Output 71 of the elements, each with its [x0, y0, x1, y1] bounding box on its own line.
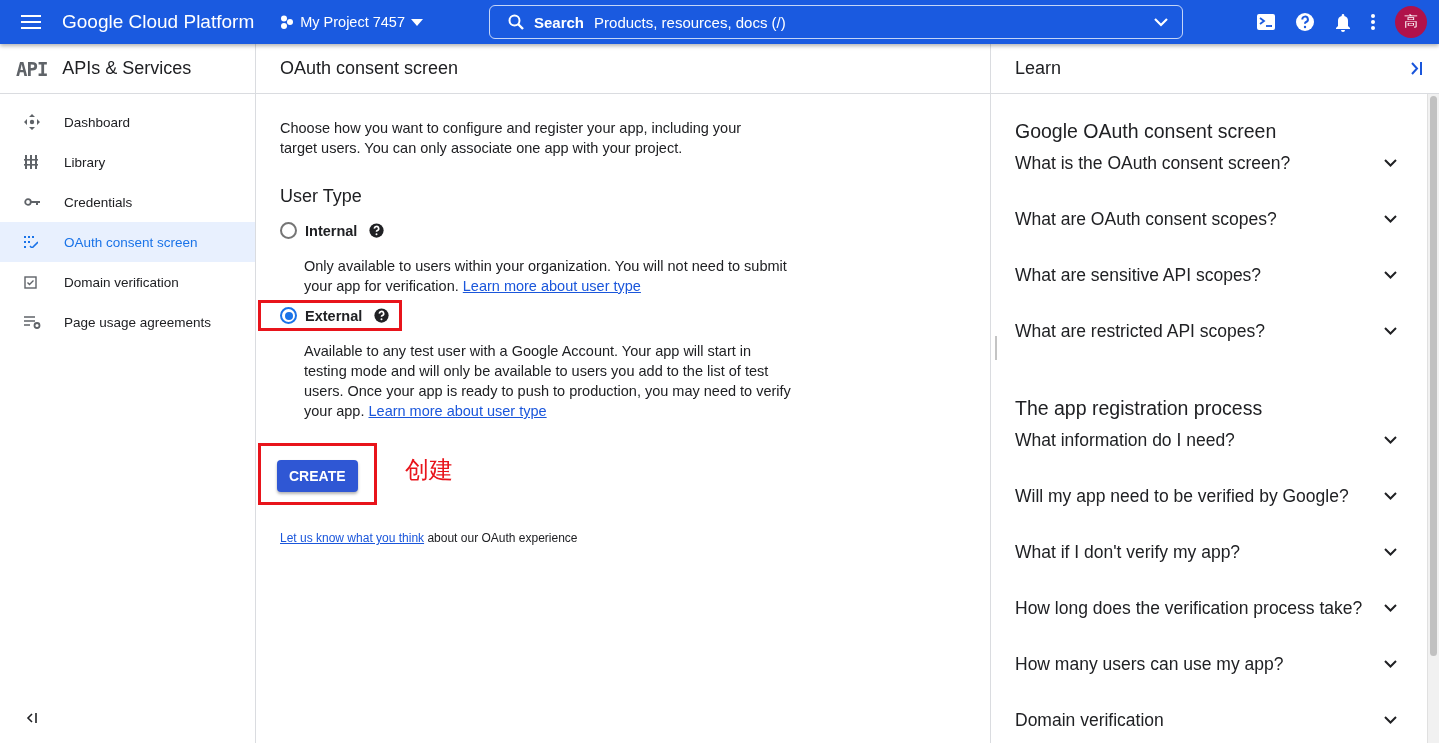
chevron-down-icon [1384, 159, 1397, 167]
sidebar-item[interactable]: Page usage agreements [0, 302, 255, 342]
radio-option[interactable]: Internal [280, 222, 358, 239]
create-button[interactable]: CREATE [277, 460, 358, 492]
user-avatar[interactable]: 高 [1395, 6, 1427, 38]
bell-icon[interactable] [1335, 12, 1351, 32]
project-selector[interactable]: My Project 7457 [276, 10, 427, 34]
dashboard-icon [24, 114, 40, 130]
project-icon [280, 15, 295, 29]
chevron-down-icon [1384, 436, 1397, 444]
collapse-panel-icon[interactable] [1410, 62, 1423, 75]
section-heading: User Type [280, 186, 363, 207]
option-description: Only available to users within your organization. You will not need to submit your app for verification. Learn more about user type [304, 257, 788, 296]
resize-handle[interactable] [995, 336, 997, 360]
learn-section-heading: The app registration process [1015, 397, 1264, 420]
learn-more-link[interactable]: Learn more about user type [368, 403, 547, 419]
help-icon[interactable] [374, 308, 390, 323]
page-title: OAuth consent screen [256, 44, 990, 94]
checklist-icon [24, 236, 38, 248]
sidebar-title: APIs & Services [62, 58, 192, 79]
key-icon [24, 198, 40, 206]
search-label: Search [534, 13, 585, 31]
search-field[interactable]: Search Products, resources, docs (/) [489, 5, 1183, 39]
accordion-item[interactable]: How long does the verification process take? [1015, 580, 1427, 636]
chevron-down-icon [1384, 604, 1397, 612]
panel-title: Learn [1015, 58, 1062, 79]
accordion-item[interactable]: Will my app need to be verified by Google? [1015, 468, 1427, 524]
sidebar-item[interactable]: Credentials [0, 182, 255, 222]
chevron-down-icon [1384, 271, 1397, 279]
list-settings-icon [24, 315, 41, 329]
annotation-text: 创建 [404, 455, 453, 486]
feedback-text: Let us know what you think about our OAuth experience [280, 531, 579, 545]
learn-more-link[interactable]: Learn more about user type [462, 278, 641, 294]
more-options-icon[interactable] [1371, 14, 1375, 30]
search-icon [508, 14, 524, 30]
accordion-item[interactable]: What are restricted API scopes? [1015, 303, 1427, 359]
scrollbar-thumb[interactable] [1430, 96, 1437, 656]
product-name: Google Cloud Platform [62, 11, 255, 33]
terminal-icon[interactable] [1257, 14, 1275, 30]
library-icon [24, 155, 38, 169]
accordion-item[interactable]: What are sensitive API scopes? [1015, 247, 1427, 303]
radio-button[interactable] [280, 222, 297, 239]
collapse-icon[interactable] [26, 713, 37, 723]
radio-option[interactable]: External [280, 307, 363, 324]
sidebar-item[interactable]: OAuth consent screen [0, 222, 255, 262]
chevron-down-icon[interactable] [1154, 17, 1168, 27]
radio-button[interactable] [280, 307, 297, 324]
checkbox-icon [24, 275, 37, 289]
api-logo: API [16, 57, 48, 80]
sidebar-item[interactable]: Library [0, 142, 255, 182]
option-description: Available to any test user with a Google Account. Your app will start in testing mode and will only be available to users you add to the list of test users. Once your app is ready to push to production, you may need to verify your app. Learn more about user type [304, 342, 792, 421]
chevron-down-icon [1384, 215, 1397, 223]
search-input[interactable]: Products, resources, docs (/) [594, 13, 1144, 31]
intro-text: Choose how you want to configure and register your app, including your target users. You can only associate one app with your project. [280, 119, 743, 158]
caret-icon [411, 18, 423, 26]
sidebar-item[interactable]: Dashboard [0, 102, 255, 142]
chevron-down-icon [1384, 548, 1397, 556]
accordion-item[interactable]: Domain verification [1015, 692, 1427, 743]
chevron-down-icon [1384, 716, 1397, 724]
accordion-item[interactable]: How many users can use my app? [1015, 636, 1427, 692]
scrollbar[interactable] [1427, 94, 1439, 743]
chevron-down-icon [1384, 492, 1397, 500]
feedback-link[interactable]: Let us know what you think [280, 531, 425, 545]
chevron-down-icon [1384, 660, 1397, 668]
accordion-item[interactable]: What are OAuth consent scopes? [1015, 191, 1427, 247]
chevron-down-icon [1384, 327, 1397, 335]
sidebar-item[interactable]: Domain verification [0, 262, 255, 302]
help-icon[interactable] [369, 223, 385, 238]
learn-section-heading: Google OAuth consent screen [1015, 120, 1278, 143]
accordion-item[interactable]: What if I don't verify my app? [1015, 524, 1427, 580]
menu-icon[interactable] [20, 14, 42, 30]
